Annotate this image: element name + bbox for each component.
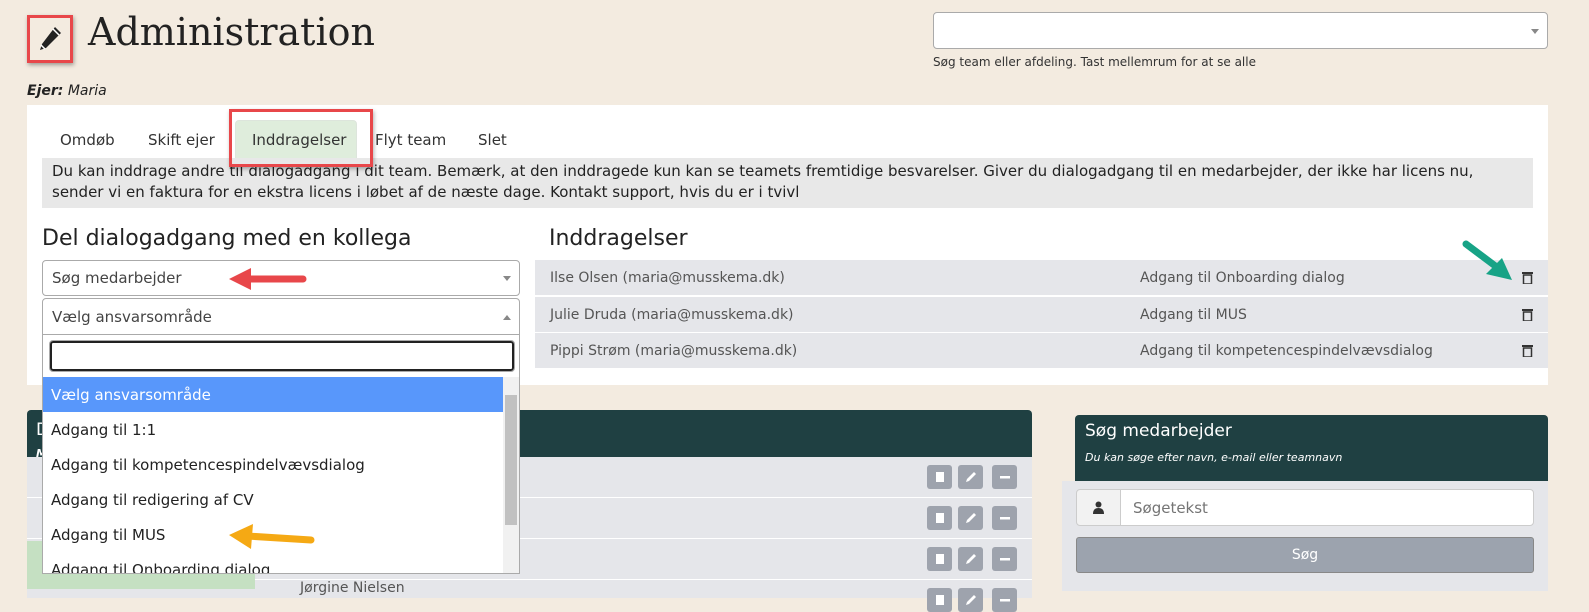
book-icon	[935, 472, 944, 482]
row-access: Adgang til kompetencespindelvævsdialog	[1140, 342, 1433, 359]
page-title: Administration	[88, 10, 375, 54]
row-access: Adgang til Onboarding dialog	[1140, 269, 1345, 286]
book-button[interactable]	[927, 588, 952, 612]
dropdown-option[interactable]: Adgang til redigering af CV	[43, 482, 503, 517]
owner-name: Maria	[67, 83, 107, 99]
pencil-button[interactable]	[958, 465, 983, 489]
pencil-icon	[965, 472, 976, 482]
book-icon	[935, 595, 944, 605]
pencil-button[interactable]	[958, 506, 983, 530]
share-heading: Del dialogadgang med en kollega	[42, 226, 412, 251]
red-arrow-annotation	[229, 268, 307, 290]
pencil-button[interactable]	[958, 547, 983, 571]
remove-icon	[999, 476, 1010, 479]
team-search-hint: Søg team eller afdeling. Tast mellemrum …	[933, 55, 1256, 69]
dropdown-option[interactable]: Vælg ansvarsområde	[43, 377, 503, 412]
pencil-icon	[965, 595, 976, 605]
pencil-icon	[965, 554, 976, 564]
employee-search-input[interactable]	[1120, 489, 1534, 526]
remove-button[interactable]	[992, 465, 1017, 489]
remove-button[interactable]	[992, 588, 1017, 612]
owner-label: Ejer:	[27, 83, 64, 99]
table-row: Julie Druda (maria@musskema.dk) Adgang ti…	[535, 297, 1548, 332]
row-person: Ilse Olsen (maria@musskema.dk)	[550, 269, 785, 286]
tab-flyt-team[interactable]: Flyt team	[375, 120, 446, 160]
scrollbar-thumb[interactable]	[505, 395, 517, 525]
scrollbar[interactable]	[503, 377, 519, 573]
employee-select-value: Søg medarbejder	[52, 269, 182, 287]
pencil-button[interactable]	[958, 588, 983, 612]
chevron-up-icon	[503, 314, 511, 320]
owner-line: Ejer: Maria	[27, 83, 107, 99]
dropdown-option[interactable]: Adgang til Onboarding dialog	[43, 552, 503, 574]
table-row: Ilse Olsen (maria@musskema.dk) Adgang til…	[535, 260, 1548, 295]
employee-search-subtitle: Du kan søge efter navn, e-mail eller tea…	[1085, 451, 1343, 464]
dropdown-search-input[interactable]	[49, 340, 515, 372]
team-search-select[interactable]	[933, 12, 1548, 49]
employee-search-title: Søg medarbejder	[1085, 421, 1232, 441]
row-access: Adgang til MUS	[1140, 306, 1247, 323]
tab-slet[interactable]: Slet	[478, 120, 507, 160]
remove-button[interactable]	[992, 547, 1017, 571]
book-button[interactable]	[927, 547, 952, 571]
search-button[interactable]: Søg	[1076, 537, 1534, 573]
pencil-icon	[965, 513, 976, 523]
employee-search-header: Søg medarbejder Du kan søge efter navn, …	[1075, 415, 1548, 481]
member-name: Jørgine Nielsen	[300, 580, 405, 596]
edit-pencil-icon	[27, 15, 73, 63]
book-button[interactable]	[927, 506, 952, 530]
orange-arrow-annotation	[229, 524, 315, 549]
remove-icon	[999, 517, 1010, 520]
involvements-heading: Inddragelser	[549, 226, 688, 251]
user-icon	[1076, 489, 1121, 526]
table-row: Pippi Strøm (maria@musskema.dk) Adgang ti…	[535, 333, 1548, 368]
dropdown-option[interactable]: Adgang til kompetencespindelvævsdialog	[43, 447, 503, 482]
book-icon	[935, 513, 944, 523]
book-icon	[935, 554, 944, 564]
remove-button[interactable]	[992, 506, 1017, 530]
dropdown-option[interactable]: Adgang til 1:1	[43, 412, 503, 447]
row-person: Julie Druda (maria@musskema.dk)	[550, 306, 794, 323]
tab-skift-ejer[interactable]: Skift ejer	[148, 120, 215, 160]
chevron-down-icon	[1531, 28, 1539, 34]
book-button[interactable]	[927, 465, 952, 489]
trash-icon[interactable]	[1522, 344, 1533, 357]
highlight-box	[229, 109, 373, 167]
trash-icon[interactable]	[1522, 271, 1533, 284]
remove-icon	[999, 558, 1010, 561]
area-select[interactable]: Vælg ansvarsområde	[42, 298, 520, 335]
chevron-down-icon	[503, 276, 511, 281]
green-arrow-annotation	[1462, 240, 1512, 280]
trash-icon[interactable]	[1522, 308, 1533, 321]
remove-icon	[999, 599, 1010, 602]
tab-omdoeb[interactable]: Omdøb	[60, 120, 115, 160]
area-select-value: Vælg ansvarsområde	[52, 307, 212, 326]
row-person: Pippi Strøm (maria@musskema.dk)	[550, 342, 798, 359]
